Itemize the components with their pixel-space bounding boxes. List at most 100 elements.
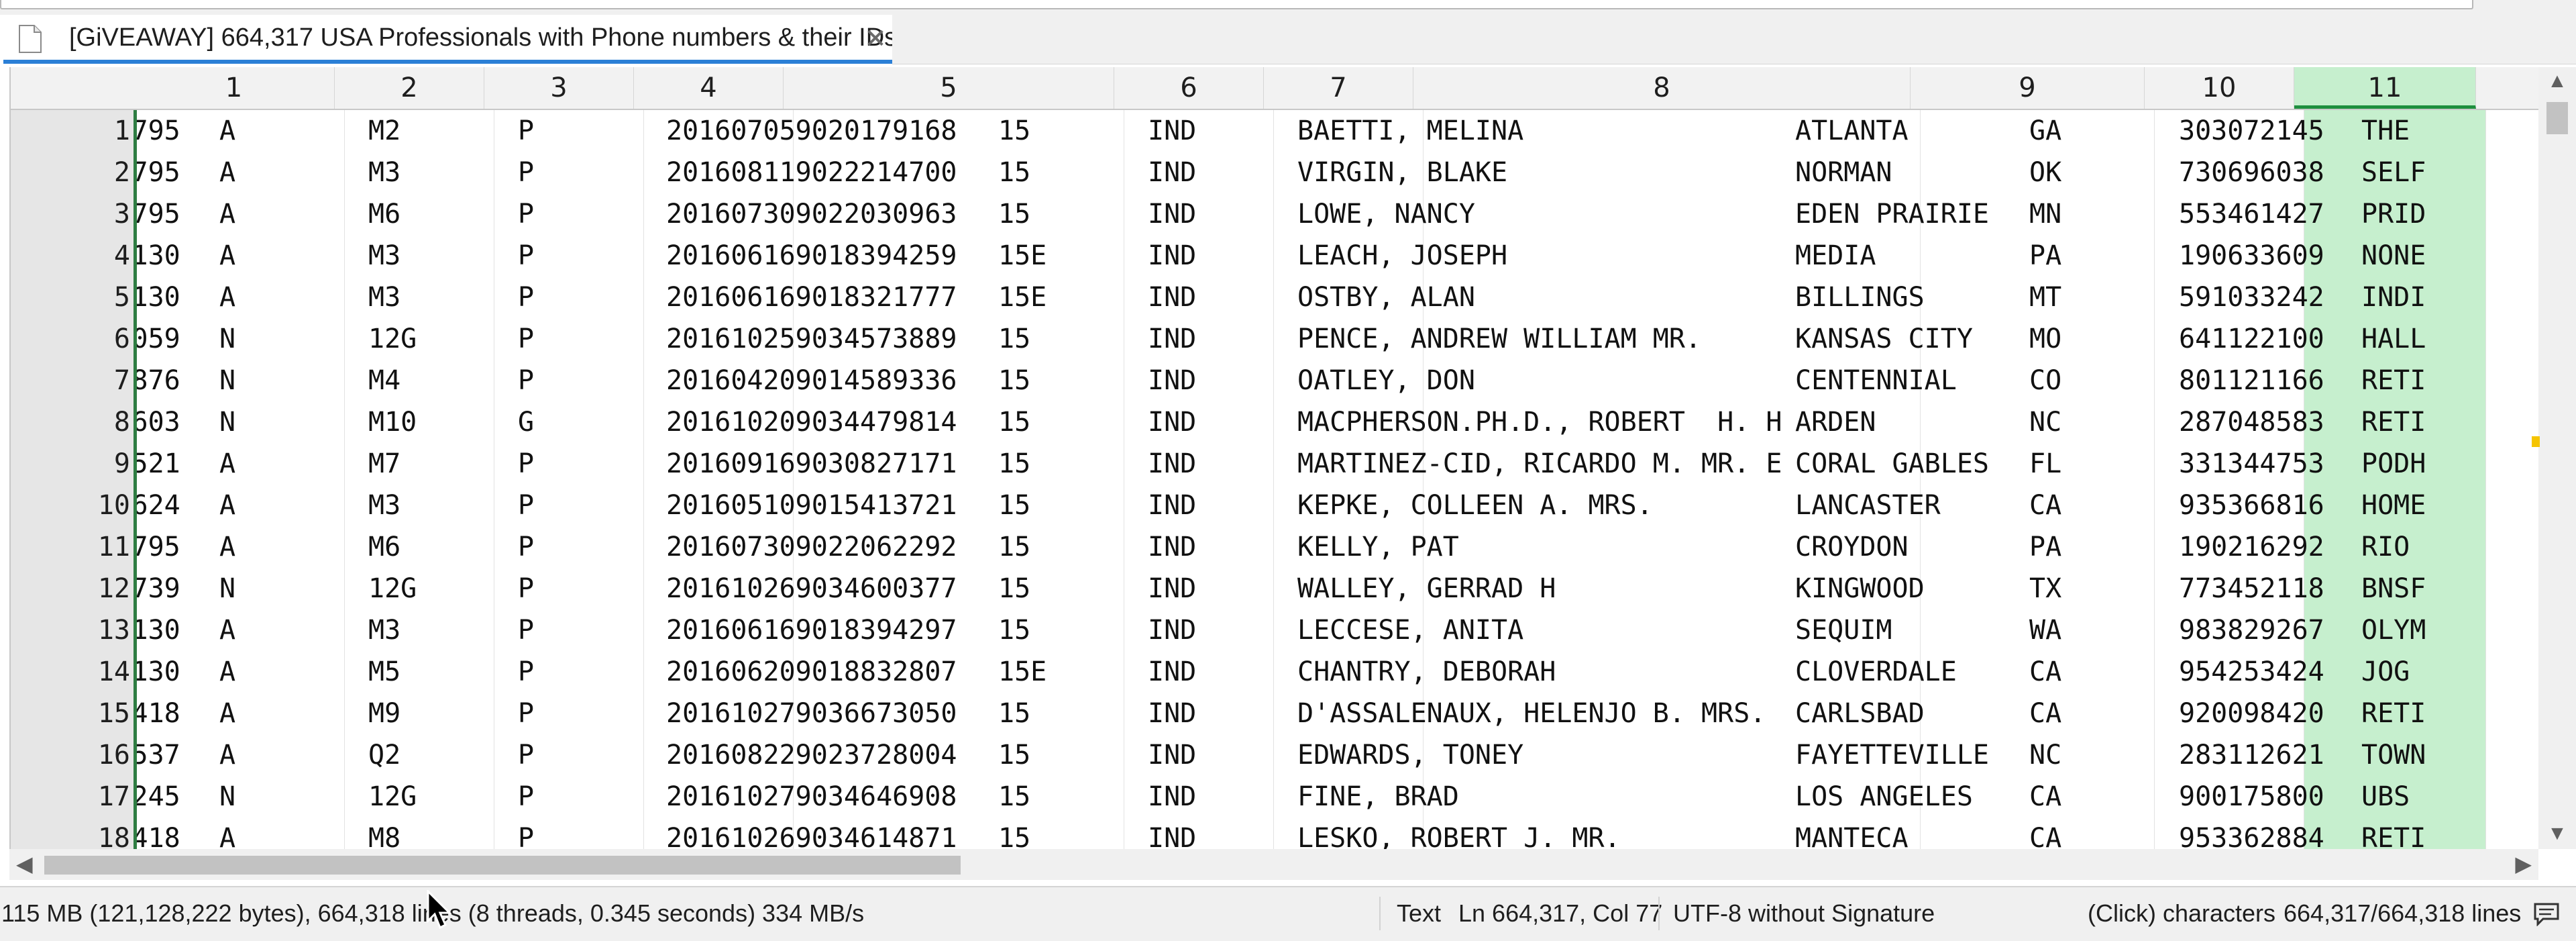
table-cell[interactable]: A	[219, 609, 235, 651]
row-number[interactable]: 5	[11, 277, 130, 318]
table-cell[interactable]: IND	[1148, 443, 1196, 485]
column-header-10[interactable]: 10	[2145, 67, 2294, 109]
table-cell[interactable]: PRID	[2361, 193, 2426, 235]
table-cell[interactable]: N	[219, 568, 235, 609]
table-cell[interactable]: IND	[1148, 526, 1196, 568]
column-header-8[interactable]: 8	[1413, 67, 1911, 109]
table-cell[interactable]: RETI	[2361, 360, 2426, 401]
table-cell[interactable]: 331344753	[2179, 443, 2324, 485]
table-cell[interactable]: KELLY, PAT	[1297, 526, 1459, 568]
table-cell[interactable]: NC	[2029, 401, 2061, 443]
table-cell[interactable]: ATLANTA	[1795, 110, 1909, 152]
row-number[interactable]: 6	[11, 318, 130, 360]
table-cell[interactable]: RIO	[2361, 526, 2410, 568]
table-cell[interactable]: 15E	[998, 277, 1046, 318]
table-cell[interactable]: 201610279036673050	[666, 693, 957, 734]
table-row[interactable]: C00575795 A M6 P 201607309022062292 15 IND KELL…	[137, 526, 2540, 568]
row-number[interactable]: 2	[11, 152, 130, 193]
row-number[interactable]: 11	[11, 526, 130, 568]
table-cell[interactable]: CA	[2029, 651, 2061, 693]
table-cell[interactable]: IND	[1148, 485, 1196, 526]
table-cell[interactable]: C00003418	[137, 693, 180, 734]
table-row[interactable]: C00575795 A M2 P 201607059020179168 15 IND BAET…	[137, 110, 2540, 152]
table-cell[interactable]: M3	[368, 485, 400, 526]
table-cell[interactable]: N	[219, 318, 235, 360]
table-cell[interactable]: C00575795	[137, 526, 180, 568]
table-cell[interactable]: 12G	[368, 568, 417, 609]
table-cell[interactable]: MACPHERSON.PH.D., ROBERT H. H	[1297, 401, 1782, 443]
scroll-down-icon[interactable]: ▼	[2538, 822, 2576, 845]
table-cell[interactable]: RETI	[2361, 401, 2426, 443]
table-cell[interactable]: A	[219, 485, 235, 526]
table-cell[interactable]: M2	[368, 110, 400, 152]
table-cell[interactable]: 15	[998, 318, 1030, 360]
table-cell[interactable]: P	[518, 693, 534, 734]
table-cell[interactable]: FAYETTEVILLE	[1795, 734, 1989, 776]
table-cell[interactable]: P	[518, 152, 534, 193]
table-cell[interactable]: 15	[998, 401, 1030, 443]
table-cell[interactable]: OSTBY, ALAN	[1297, 277, 1475, 318]
table-cell[interactable]: LECCESE, ANITA	[1297, 609, 1523, 651]
table-cell[interactable]: IND	[1148, 277, 1196, 318]
table-row[interactable]: C00012245 N 12G P 201610279034646908 15 IND FIN…	[137, 776, 2540, 818]
table-cell[interactable]: 12G	[368, 318, 417, 360]
table-cell[interactable]: INDI	[2361, 277, 2426, 318]
column-header-9[interactable]: 9	[1911, 67, 2145, 109]
table-cell[interactable]: A	[219, 526, 235, 568]
table-cell[interactable]: P	[518, 818, 534, 849]
table-cell[interactable]: P	[518, 360, 534, 401]
table-cell[interactable]: C00577130	[137, 651, 180, 693]
grid-body[interactable]: C00575795 A M2 P 201607059020179168 15 IND BAET…	[137, 110, 2540, 849]
table-cell[interactable]: 201604209014589336	[666, 360, 957, 401]
table-cell[interactable]: WALLEY, GERRAD H	[1297, 568, 1556, 609]
table-cell[interactable]: 553461427	[2179, 193, 2324, 235]
table-cell[interactable]: M3	[368, 235, 400, 277]
vertical-scrollbar[interactable]: ▲ ▼	[2538, 67, 2576, 849]
table-cell[interactable]: 15	[998, 152, 1030, 193]
table-cell[interactable]: OATLEY, DON	[1297, 360, 1475, 401]
scroll-right-icon[interactable]: ▶	[2515, 851, 2532, 877]
table-cell[interactable]: OLYM	[2361, 609, 2426, 651]
encoding-status[interactable]: UTF-8 without Signature	[1673, 899, 1935, 928]
table-cell[interactable]: RETI	[2361, 693, 2426, 734]
table-cell[interactable]: MARTINEZ-CID, RICARDO M. MR. E	[1297, 443, 1782, 485]
row-number[interactable]: 8	[11, 401, 130, 443]
table-cell[interactable]: 287048583	[2179, 401, 2324, 443]
table-cell[interactable]: 773452118	[2179, 568, 2324, 609]
table-cell[interactable]: 15	[998, 110, 1030, 152]
table-cell[interactable]: PA	[2029, 235, 2061, 277]
table-row[interactable]: C00010603 N M10 G 201610209034479814 15 IND MAC…	[137, 401, 2540, 443]
table-cell[interactable]: ARDEN	[1795, 401, 1876, 443]
table-cell[interactable]: NORMAN	[1795, 152, 1892, 193]
table-cell[interactable]: IND	[1148, 609, 1196, 651]
table-cell[interactable]: WA	[2029, 609, 2061, 651]
close-icon[interactable]: ✕	[862, 26, 889, 52]
table-cell[interactable]: C00577130	[137, 277, 180, 318]
table-cell[interactable]: P	[518, 318, 534, 360]
table-cell[interactable]: M10	[368, 401, 417, 443]
table-cell[interactable]: M4	[368, 360, 400, 401]
table-cell[interactable]: 15	[998, 485, 1030, 526]
table-cell[interactable]: 201607309022062292	[666, 526, 957, 568]
table-cell[interactable]: UBS	[2361, 776, 2410, 818]
table-cell[interactable]: 201606169018394297	[666, 609, 957, 651]
table-cell[interactable]: 303072145	[2179, 110, 2324, 152]
table-cell[interactable]: M3	[368, 152, 400, 193]
table-cell[interactable]: M9	[368, 693, 400, 734]
table-cell[interactable]: A	[219, 651, 235, 693]
table-cell[interactable]: 201608119022214700	[666, 152, 957, 193]
table-cell[interactable]: M3	[368, 277, 400, 318]
table-cell[interactable]: N	[219, 776, 235, 818]
table-cell[interactable]: N	[219, 360, 235, 401]
table-cell[interactable]: 201610279034646908	[666, 776, 957, 818]
table-cell[interactable]: IND	[1148, 693, 1196, 734]
table-cell[interactable]: IND	[1148, 152, 1196, 193]
row-number[interactable]: 12	[11, 568, 130, 609]
table-cell[interactable]: CHANTRY, DEBORAH	[1297, 651, 1556, 693]
table-cell[interactable]: 15	[998, 693, 1030, 734]
table-row[interactable]: C00574624 A M3 P 201605109015413721 15 IND KEPK…	[137, 485, 2540, 526]
column-header-3[interactable]: 3	[484, 67, 634, 109]
horizontal-scrollbar[interactable]: ◀ ▶	[9, 849, 2538, 880]
table-cell[interactable]: C00010603	[137, 401, 180, 443]
table-cell[interactable]: C00012245	[137, 776, 180, 818]
